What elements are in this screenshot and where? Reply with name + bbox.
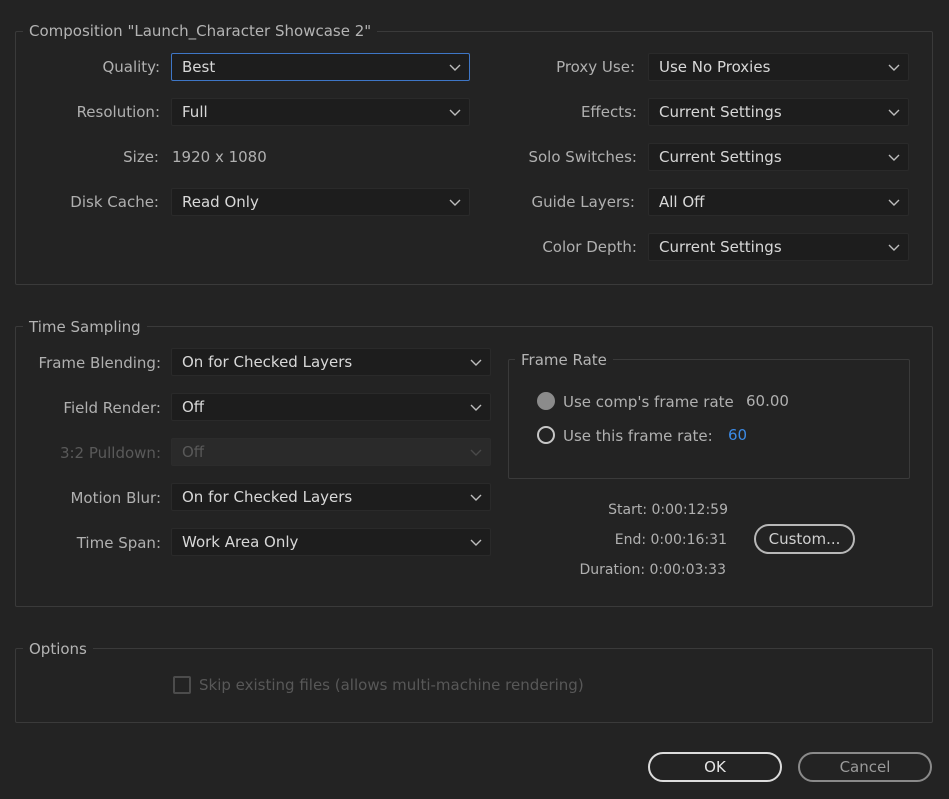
chevron-down-icon bbox=[470, 357, 482, 367]
resolution-dropdown-value: Full bbox=[182, 103, 208, 121]
disk-cache-dropdown[interactable]: Read Only bbox=[171, 188, 470, 216]
cancel-button[interactable]: Cancel bbox=[798, 752, 932, 782]
use-comp-frame-rate-radio[interactable] bbox=[537, 392, 555, 410]
disk-cache-label: Disk Cache: bbox=[70, 193, 159, 211]
use-comp-frame-rate-label[interactable]: Use comp's frame rate bbox=[563, 392, 734, 412]
end-time: End: 0:00:16:31 bbox=[614, 532, 727, 548]
guide-layers-dropdown[interactable]: All Off bbox=[648, 188, 909, 216]
frame-blending-dropdown[interactable]: On for Checked Layers bbox=[171, 348, 491, 376]
proxy-use-label: Proxy Use: bbox=[556, 58, 635, 76]
color-depth-dropdown-value: Current Settings bbox=[659, 238, 782, 256]
time-span-dropdown[interactable]: Work Area Only bbox=[171, 528, 491, 556]
proxy-use-dropdown[interactable]: Use No Proxies bbox=[648, 53, 909, 81]
pulldown-dropdown: Off bbox=[171, 438, 491, 466]
motion-blur-label: Motion Blur: bbox=[70, 489, 161, 507]
custom-button[interactable]: Custom... bbox=[754, 524, 855, 554]
frame-blending-dropdown-value: On for Checked Layers bbox=[182, 353, 353, 371]
skip-existing-checkbox[interactable] bbox=[173, 676, 191, 694]
chevron-down-icon bbox=[449, 107, 461, 117]
chevron-down-icon bbox=[470, 492, 482, 502]
pulldown-dropdown-value: Off bbox=[182, 443, 205, 461]
ok-button[interactable]: OK bbox=[648, 752, 782, 782]
effects-label: Effects: bbox=[580, 103, 637, 121]
motion-blur-dropdown-value: On for Checked Layers bbox=[182, 488, 353, 506]
guide-layers-dropdown-value: All Off bbox=[659, 193, 705, 211]
quality-dropdown-value: Best bbox=[182, 58, 216, 76]
field-render-dropdown-value: Off bbox=[182, 398, 205, 416]
motion-blur-dropdown[interactable]: On for Checked Layers bbox=[171, 483, 491, 511]
resolution-label: Resolution: bbox=[76, 103, 160, 121]
time-sampling-group-title: Time Sampling bbox=[23, 317, 147, 337]
use-this-frame-rate-label[interactable]: Use this frame rate: bbox=[563, 426, 713, 446]
chevron-down-icon bbox=[449, 62, 461, 72]
field-render-dropdown[interactable]: Off bbox=[171, 393, 491, 421]
quality-label: Quality: bbox=[102, 58, 160, 76]
chevron-down-icon bbox=[888, 242, 900, 252]
frame-rate-group-title: Frame Rate bbox=[515, 350, 613, 370]
time-span-label: Time Span: bbox=[76, 534, 161, 552]
chevron-down-icon bbox=[449, 197, 461, 207]
effects-dropdown-value: Current Settings bbox=[659, 103, 782, 121]
start-time: Start: 0:00:12:59 bbox=[608, 502, 728, 518]
guide-layers-label: Guide Layers: bbox=[531, 193, 635, 211]
quality-dropdown[interactable]: Best bbox=[171, 53, 470, 81]
chevron-down-icon bbox=[470, 537, 482, 547]
disk-cache-dropdown-value: Read Only bbox=[182, 193, 259, 211]
field-render-label: Field Render: bbox=[63, 399, 161, 417]
use-this-frame-rate-radio[interactable] bbox=[537, 426, 555, 444]
chevron-down-icon bbox=[470, 402, 482, 412]
proxy-use-dropdown-value: Use No Proxies bbox=[659, 58, 771, 76]
chevron-down-icon bbox=[888, 152, 900, 162]
skip-existing-label[interactable]: Skip existing files (allows multi-machin… bbox=[199, 675, 584, 695]
frame-blending-label: Frame Blending: bbox=[38, 354, 161, 372]
solo-switches-dropdown-value: Current Settings bbox=[659, 148, 782, 166]
options-group-title: Options bbox=[23, 639, 93, 659]
render-settings-dialog: Composition "Launch_Character Showcase 2… bbox=[0, 0, 949, 799]
chevron-down-icon bbox=[888, 107, 900, 117]
time-span-dropdown-value: Work Area Only bbox=[182, 533, 299, 551]
chevron-down-icon bbox=[888, 62, 900, 72]
chevron-down-icon bbox=[888, 197, 900, 207]
effects-dropdown[interactable]: Current Settings bbox=[648, 98, 909, 126]
this-frame-rate-value[interactable]: 60 bbox=[728, 425, 747, 445]
pulldown-label: 3:2 Pulldown: bbox=[59, 444, 161, 462]
size-label: Size: bbox=[123, 148, 159, 166]
composition-group-title: Composition "Launch_Character Showcase 2… bbox=[23, 21, 378, 41]
comp-frame-rate-value: 60.00 bbox=[746, 392, 789, 410]
solo-switches-label: Solo Switches: bbox=[528, 148, 637, 166]
resolution-dropdown[interactable]: Full bbox=[171, 98, 470, 126]
frame-rate-group bbox=[508, 359, 910, 479]
color-depth-dropdown[interactable]: Current Settings bbox=[648, 233, 909, 261]
color-depth-label: Color Depth: bbox=[542, 238, 637, 256]
size-value: 1920 x 1080 bbox=[172, 148, 267, 166]
solo-switches-dropdown[interactable]: Current Settings bbox=[648, 143, 909, 171]
duration-time: Duration: 0:00:03:33 bbox=[579, 562, 726, 578]
chevron-down-icon bbox=[470, 447, 482, 457]
